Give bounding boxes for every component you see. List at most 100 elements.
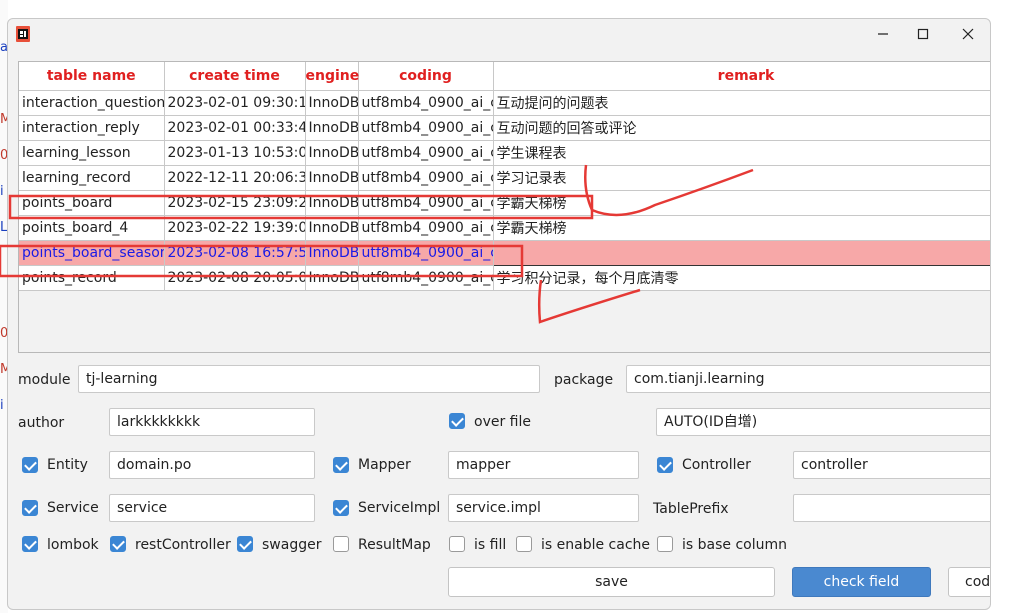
background-char: i — [0, 184, 4, 199]
column-header-engine[interactable]: engine — [305, 62, 359, 91]
cell-remark: 学习记录表 — [493, 165, 990, 191]
cell-create-time: 2023-02-01 09:30:14 — [164, 90, 306, 116]
lombok-checkbox[interactable] — [22, 536, 38, 552]
rest-controller-label: restController — [135, 537, 231, 553]
save-button[interactable]: save — [448, 567, 775, 597]
mapper-checkbox[interactable] — [333, 457, 349, 473]
column-header-coding[interactable]: coding — [358, 62, 494, 91]
cell-table-name: points_board — [19, 190, 165, 216]
app-icon — [16, 26, 30, 42]
rest-controller-checkbox[interactable] — [110, 536, 126, 552]
cell-create-time: 2023-02-22 19:39:09 — [164, 215, 306, 241]
code-button[interactable]: code — [948, 567, 990, 597]
cell-create-time: 2023-02-01 00:33:44 — [164, 115, 306, 141]
author-input[interactable]: larkkkkkkkk — [109, 408, 315, 436]
cell-engine: InnoDB — [305, 90, 359, 116]
minimize-button[interactable] — [871, 22, 895, 46]
result-map-label: ResultMap — [358, 537, 431, 553]
package-input[interactable]: com.tianji.learning — [626, 365, 990, 393]
column-header-create-time[interactable]: create time — [164, 62, 306, 91]
close-icon — [962, 28, 974, 40]
table-prefix-label: TablePrefix — [653, 501, 729, 517]
cell-coding: utf8mb4_0900_ai_ci — [358, 115, 494, 141]
cell-remark-editing[interactable] — [492, 240, 990, 266]
cell-table-name: interaction_reply — [19, 115, 165, 141]
mapper-input[interactable]: mapper — [448, 451, 639, 479]
maximize-icon — [917, 28, 929, 40]
column-header-table-name[interactable]: table name — [19, 62, 165, 91]
entity-input[interactable]: domain.po — [109, 451, 315, 479]
service-impl-checkbox[interactable] — [333, 500, 349, 516]
table-header-row: table name create time engine coding rem… — [19, 62, 990, 91]
cell-remark: 互动提问的问题表 — [493, 90, 990, 116]
tables-grid[interactable]: table name create time engine coding rem… — [18, 61, 990, 353]
maximize-button[interactable] — [911, 22, 935, 46]
enable-cache-checkbox[interactable] — [516, 536, 532, 552]
cell-engine: InnoDB — [305, 190, 359, 216]
table-prefix-input[interactable] — [793, 494, 990, 522]
table-row[interactable]: learning_lesson 2023-01-13 10:53:08 Inno… — [19, 140, 990, 166]
enable-cache-label: is enable cache — [541, 537, 650, 553]
service-input[interactable]: service — [109, 494, 315, 522]
package-label: package — [554, 372, 614, 388]
cell-coding: utf8mb4_0900_ai_ci — [358, 165, 494, 191]
cell-engine: InnoDB — [305, 240, 359, 266]
service-checkbox[interactable] — [22, 500, 38, 516]
column-header-remark[interactable]: remark — [493, 62, 990, 91]
id-type-select[interactable]: AUTO(ID自增) — [656, 408, 990, 436]
cell-create-time: 2023-02-08 20:05:02 — [164, 265, 306, 291]
cell-coding: utf8mb4_0900_ai_ci — [358, 140, 494, 166]
module-input[interactable]: tj-learning — [78, 365, 540, 393]
cell-table-name: points_record — [19, 265, 165, 291]
cell-engine: InnoDB — [305, 165, 359, 191]
table-list: table name create time engine coding rem… — [19, 62, 990, 291]
minimize-icon — [878, 33, 888, 35]
cell-table-name: points_board_4 — [19, 215, 165, 241]
cell-table-name: interaction_question — [19, 90, 165, 116]
cell-table-name: points_board_season — [19, 240, 165, 266]
controller-label: Controller — [682, 457, 751, 473]
lombok-label: lombok — [47, 537, 99, 553]
cell-remark: 学生课程表 — [493, 140, 990, 166]
table-row[interactable]: interaction_question 2023-02-01 09:30:14… — [19, 90, 990, 116]
table-row[interactable]: points_board_4 2023-02-22 19:39:09 InnoD… — [19, 215, 990, 241]
close-button[interactable] — [956, 22, 980, 46]
cell-create-time: 2023-02-15 23:09:29 — [164, 190, 306, 216]
table-row[interactable]: interaction_reply 2023-02-01 00:33:44 In… — [19, 115, 990, 141]
cell-coding: utf8mb4_0900_ai_ci — [358, 265, 494, 291]
cell-coding: utf8mb4_0900_ai_ci — [358, 90, 494, 116]
cell-coding: utf8mb4_0900_ai_ci — [358, 240, 494, 266]
cell-create-time: 2023-02-08 16:57:50 — [164, 240, 306, 266]
cell-engine: InnoDB — [305, 265, 359, 291]
base-column-label: is base column — [682, 537, 787, 553]
cell-remark: 互动问题的回答或评论 — [493, 115, 990, 141]
cell-table-name: learning_record — [19, 165, 165, 191]
table-row-selected[interactable]: points_board_season 2023-02-08 16:57:50 … — [19, 240, 990, 266]
is-fill-label: is fill — [474, 537, 507, 553]
base-column-checkbox[interactable] — [657, 536, 673, 552]
cell-remark: 学霸天梯榜 — [493, 215, 990, 241]
generator-dialog: table name create time engine coding rem… — [7, 18, 991, 610]
check-field-button[interactable]: check field — [792, 567, 931, 597]
table-row[interactable]: points_record 2023-02-08 20:05:02 InnoDB… — [19, 265, 990, 291]
service-impl-label: ServiceImpl — [358, 500, 441, 516]
swagger-checkbox[interactable] — [237, 536, 253, 552]
is-fill-checkbox[interactable] — [449, 536, 465, 552]
controller-input[interactable]: controller — [793, 451, 990, 479]
cell-engine: InnoDB — [305, 140, 359, 166]
service-label: Service — [47, 500, 99, 516]
table-row[interactable]: points_board 2023-02-15 23:09:29 InnoDB … — [19, 190, 990, 216]
entity-label: Entity — [47, 457, 88, 473]
cell-create-time: 2023-01-13 10:53:08 — [164, 140, 306, 166]
controller-checkbox[interactable] — [657, 457, 673, 473]
over-file-checkbox[interactable] — [449, 413, 465, 429]
cell-remark: 学霸天梯榜 — [493, 190, 990, 216]
table-row[interactable]: learning_record 2022-12-11 20:06:32 Inno… — [19, 165, 990, 191]
entity-checkbox[interactable] — [22, 457, 38, 473]
cell-create-time: 2022-12-11 20:06:32 — [164, 165, 306, 191]
module-label: module — [18, 372, 71, 388]
cell-table-name: learning_lesson — [19, 140, 165, 166]
cell-coding: utf8mb4_0900_ai_ci — [358, 215, 494, 241]
result-map-checkbox[interactable] — [333, 536, 349, 552]
service-impl-input[interactable]: service.impl — [448, 494, 639, 522]
